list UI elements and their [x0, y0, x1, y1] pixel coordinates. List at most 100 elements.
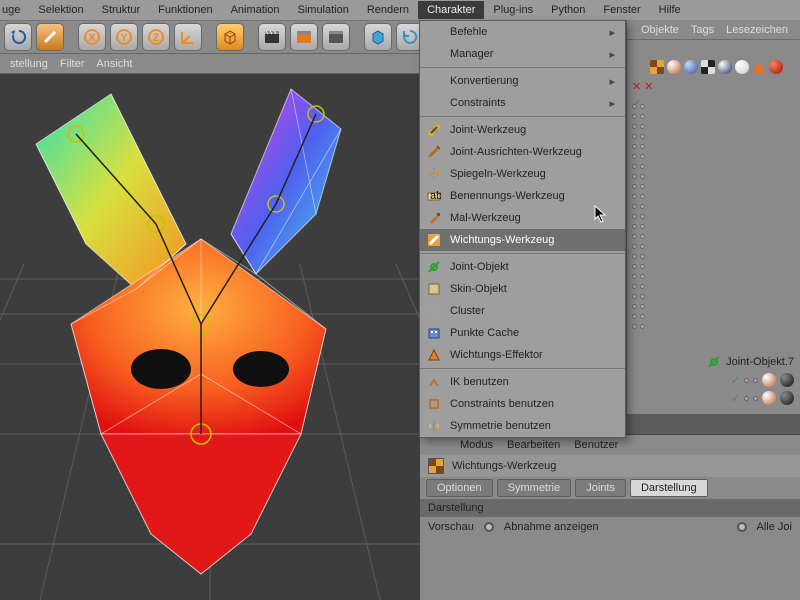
vis-pair[interactable]	[632, 244, 645, 249]
attributes-menu: Modus Bearbeiten Benutzer	[420, 435, 800, 455]
menu-punkte-cache[interactable]: Punkte Cache	[420, 322, 625, 344]
tool-weight-icon[interactable]	[36, 23, 64, 51]
tab-darstellung[interactable]: Darstellung	[630, 479, 708, 497]
tag-checker-icon[interactable]	[701, 60, 715, 74]
vis-pair[interactable]	[632, 134, 645, 139]
tree-joint-label: Joint-Objekt.7	[726, 356, 794, 368]
menu-struktur[interactable]: Struktur	[93, 1, 150, 19]
view-darstellung[interactable]: stellung	[10, 58, 48, 70]
tree-joint-item[interactable]: Joint-Objekt.7	[702, 353, 800, 371]
menu-fenster[interactable]: Fenster	[594, 1, 649, 19]
tool-cube-icon[interactable]	[216, 23, 244, 51]
tag-mat1-icon[interactable]	[762, 391, 776, 405]
weight-tool-icon	[428, 458, 444, 474]
attr-benutzer[interactable]: Benutzer	[574, 439, 618, 451]
menu-funktionen[interactable]: Funktionen	[149, 1, 221, 19]
tag-sphere4-icon[interactable]	[735, 60, 749, 74]
menu-hilfe[interactable]: Hilfe	[650, 1, 690, 19]
tag-sphere5-icon[interactable]	[769, 60, 783, 74]
tool-clapper2-icon[interactable]	[290, 23, 318, 51]
menu-manager[interactable]: Manager▸	[420, 43, 625, 65]
tool-cube-blue1-icon[interactable]	[364, 23, 392, 51]
radio-abnahme[interactable]	[484, 522, 494, 532]
menu-plugins[interactable]: Plug-ins	[484, 1, 542, 19]
vis-pair[interactable]	[632, 224, 645, 229]
tool-clapper1-icon[interactable]	[258, 23, 286, 51]
tool-undo-icon[interactable]	[4, 23, 32, 51]
vis-pair[interactable]	[632, 264, 645, 269]
vis-pair[interactable]	[632, 124, 645, 129]
menu-joint-objekt[interactable]: Joint-Objekt	[420, 256, 625, 278]
tab-symmetrie[interactable]: Symmetrie	[497, 479, 572, 497]
tab-joints[interactable]: Joints	[575, 479, 626, 497]
menu-animation[interactable]: Animation	[222, 1, 289, 19]
vis-pair[interactable]	[632, 194, 645, 199]
menu-constraints[interactable]: Constraints▸	[420, 92, 625, 114]
vis-pair[interactable]	[632, 154, 645, 159]
tag-sphere2-icon[interactable]	[684, 60, 698, 74]
vis-pair[interactable]	[632, 324, 645, 329]
tag-texture-icon[interactable]	[650, 60, 664, 74]
3d-viewport[interactable]	[0, 74, 420, 600]
bunny-mesh	[16, 74, 396, 594]
tool-axis-y[interactable]: Y	[110, 23, 138, 51]
tool-axis-x[interactable]: X	[78, 23, 106, 51]
menu-skin-objekt[interactable]: Skin-Objekt	[420, 278, 625, 300]
menu-konvertierung[interactable]: Konvertierung▸	[420, 70, 625, 92]
tab-lesezeichen[interactable]: Lesezeichen	[726, 24, 788, 36]
vis-pair[interactable]	[632, 174, 645, 179]
radio-alle-joints[interactable]	[737, 522, 747, 532]
tool-clapper3-icon[interactable]	[322, 23, 350, 51]
menu-wichtungs-effektor[interactable]: Wichtungs-Effektor	[420, 344, 625, 366]
vis-pair[interactable]	[632, 214, 645, 219]
menu-constraints-benutzen[interactable]: Constraints benutzen	[420, 393, 625, 415]
tag-triangle-icon[interactable]	[752, 60, 766, 74]
menu-wichtungs-werkzeug[interactable]: Wichtungs-Werkzeug	[420, 229, 625, 251]
menu-python[interactable]: Python	[542, 1, 594, 19]
attr-bearbeiten[interactable]: Bearbeiten	[507, 439, 560, 451]
vis-pair[interactable]	[632, 114, 645, 119]
menu-benennung[interactable]: abBenennungs-Werkzeug	[420, 185, 625, 207]
vis-pair[interactable]	[632, 104, 645, 109]
view-ansicht[interactable]: Ansicht	[96, 58, 132, 70]
menu-rendern[interactable]: Rendern	[358, 1, 418, 19]
view-filter[interactable]: Filter	[60, 58, 84, 70]
vis-pair[interactable]	[632, 164, 645, 169]
tag-sphere3-icon[interactable]	[718, 60, 732, 74]
vis-pair[interactable]: ✕✕	[632, 80, 653, 93]
menu-selektion[interactable]: Selektion	[29, 1, 92, 19]
attr-modus[interactable]: Modus	[460, 439, 493, 451]
attributes-section: Darstellung	[420, 499, 800, 517]
menu-simulation[interactable]: Simulation	[289, 1, 358, 19]
tag-mat2-icon[interactable]	[780, 373, 794, 387]
menu-ik-benutzen[interactable]: IK benutzen	[420, 371, 625, 393]
vis-pair[interactable]	[632, 184, 645, 189]
vis-pair[interactable]	[632, 204, 645, 209]
menu-werkzeuge[interactable]: uge	[2, 1, 29, 19]
vis-pair[interactable]	[632, 254, 645, 259]
menu-charakter[interactable]: Charakter	[418, 1, 484, 19]
vis-pair[interactable]	[632, 144, 645, 149]
menu-symmetrie-benutzen[interactable]: Symmetrie benutzen	[420, 415, 625, 437]
tab-tags[interactable]: Tags	[691, 24, 714, 36]
menu-joint-ausrichten[interactable]: Joint-Ausrichten-Werkzeug	[420, 141, 625, 163]
menu-befehle[interactable]: Befehle▸	[420, 21, 625, 43]
vis-pair[interactable]	[632, 284, 645, 289]
vis-pair[interactable]	[632, 314, 645, 319]
vis-pair[interactable]	[632, 294, 645, 299]
tag-sphere1-icon[interactable]	[667, 60, 681, 74]
tab-objekte[interactable]: Objekte	[641, 24, 679, 36]
vis-pair[interactable]	[632, 234, 645, 239]
tab-optionen[interactable]: Optionen	[426, 479, 493, 497]
menu-joint-werkzeug[interactable]: Joint-Werkzeug	[420, 119, 625, 141]
tag-mat1-icon[interactable]	[762, 373, 776, 387]
vis-pair[interactable]	[632, 304, 645, 309]
tag-mat2-icon[interactable]	[780, 391, 794, 405]
menu-cluster[interactable]: Cluster	[420, 300, 625, 322]
tool-coord-icon[interactable]	[174, 23, 202, 51]
menu-spiegeln[interactable]: Spiegeln-Werkzeug	[420, 163, 625, 185]
joint-icon	[708, 356, 720, 368]
tag-icon-row	[650, 60, 783, 74]
vis-pair[interactable]	[632, 274, 645, 279]
tool-axis-z[interactable]: Z	[142, 23, 170, 51]
